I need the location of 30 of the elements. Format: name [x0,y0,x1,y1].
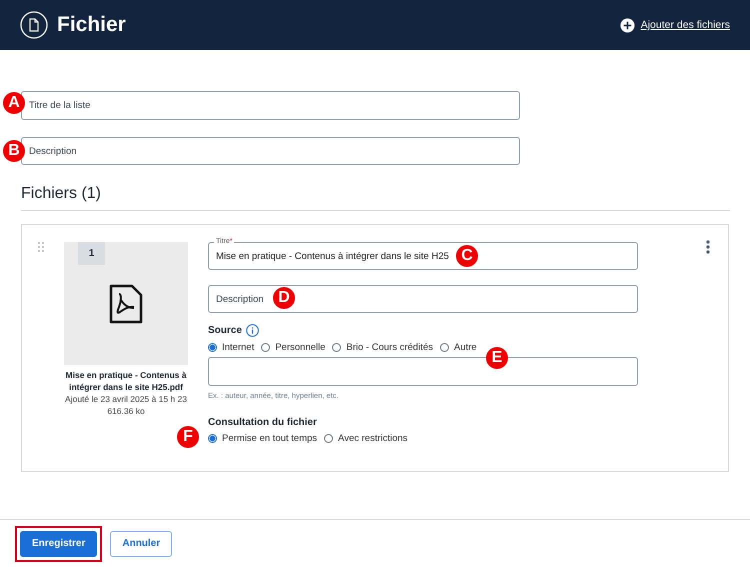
more-options-icon[interactable] [706,240,710,254]
access-radio[interactable]: Permise en tout temps [208,433,318,444]
access-radio[interactable]: Avec restrictions [324,433,408,444]
source-radio[interactable]: Autre [440,342,477,353]
source-radio[interactable]: Personnelle [261,342,326,353]
cancel-button[interactable]: Annuler [110,530,172,556]
page-title: Fichier [57,13,126,37]
file-name: Mise en pratique - Contenus à intégrer dans le site H25.pdf [64,369,188,393]
file-thumbnail[interactable]: 1 [64,242,188,365]
list-title-field[interactable]: Titre de la liste [21,91,520,120]
save-button[interactable]: Enregistrer [20,530,98,556]
file-date: Ajouté le 23 avril 2025 à 15 h 23 [65,393,187,405]
plus-icon [620,18,635,32]
source-label: Source [208,325,242,336]
add-files-link[interactable]: Ajouter des fichiers [620,18,730,32]
source-radio[interactable]: Brio - Cours crédités [332,342,433,353]
file-number: 1 [78,242,105,265]
pdf-icon [109,284,143,324]
info-icon[interactable] [246,324,259,337]
source-radio[interactable]: Internet [208,342,254,353]
file-size: 616.36 ko [107,405,145,417]
list-description-field[interactable]: Description [21,137,520,165]
annotation-marker: E [486,347,508,369]
access-label: Consultation du fichier [208,417,317,428]
section-heading: Fichiers (1) [21,185,102,203]
annotation-marker: F [177,426,199,448]
annotation-marker: B [3,140,25,162]
annotation-marker: A [3,92,25,114]
drag-handle-icon[interactable] [38,242,44,252]
document-icon [20,11,48,39]
